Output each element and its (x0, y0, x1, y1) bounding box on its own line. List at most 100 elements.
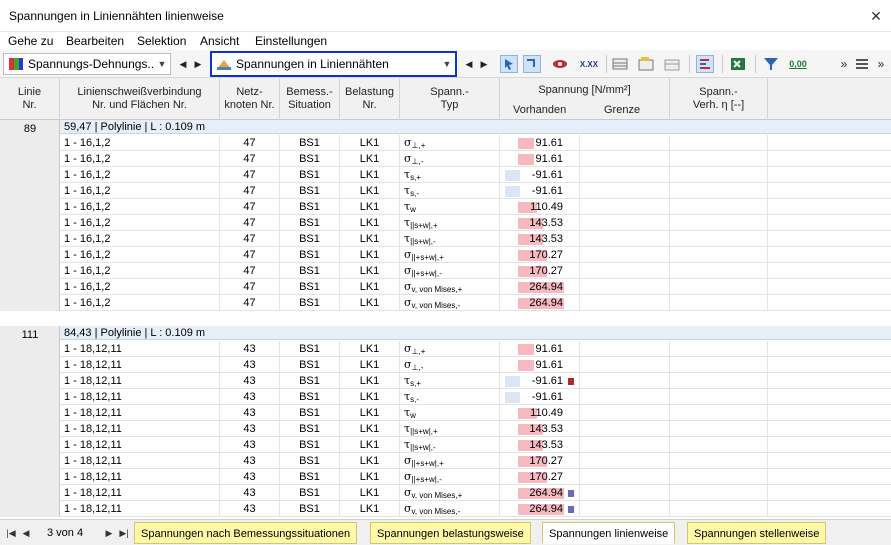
table-row[interactable]: 1 - 16,1,2 47 BS1 LK1 σ||+s+w|,+ 170.27 (60, 247, 891, 263)
table-row[interactable]: 1 - 16,1,2 47 BS1 LK1 τ||s+w|,- 143.53 (60, 231, 891, 247)
table-row[interactable]: 1 - 16,1,2 47 BS1 LK1 τs,- -91.61 (60, 183, 891, 199)
close-icon[interactable]: ✕ (867, 7, 885, 25)
cell-situation: BS1 (280, 501, 340, 517)
cell-situation: BS1 (280, 279, 340, 295)
tab-belastungsweise[interactable]: Spannungen belastungsweise (370, 522, 531, 544)
stress-value: 143.53 (529, 439, 563, 451)
line-number-cell[interactable]: 89 (0, 120, 60, 311)
stress-subscript: v, von Mises,- (411, 507, 461, 516)
cell-grenze (580, 151, 670, 167)
stress-value: 170.27 (529, 455, 563, 467)
cell-verbindung: 1 - 18,12,11 (60, 421, 220, 437)
cell-vorhanden: 143.53 (500, 437, 580, 453)
column-header-grenze[interactable]: Grenze (604, 104, 640, 116)
table-row[interactable]: 1 - 18,12,11 43 BS1 LK1 σ⊥,- 91.61 (60, 357, 891, 373)
table-row[interactable]: 1 - 16,1,2 47 BS1 LK1 σv, von Mises,+ 264.94 (60, 279, 891, 295)
table-filter-icon[interactable] (663, 55, 681, 73)
table-row[interactable]: 1 - 18,12,11 43 BS1 LK1 σv, von Mises,- 264.9… (60, 501, 891, 517)
cell-empty (768, 341, 891, 357)
tab-stellenweise[interactable]: Spannungen stellenweise (687, 522, 827, 544)
cell-spanntyp: τs,+ (400, 373, 500, 389)
more-options-icon[interactable]: » (835, 55, 853, 73)
header-text: Nr. (362, 99, 377, 111)
column-header-belastung[interactable]: Belastung Nr. (340, 78, 400, 120)
table-insert-icon[interactable] (637, 55, 655, 73)
cell-spanntyp: τs,- (400, 389, 500, 405)
cell-situation: BS1 (280, 135, 340, 151)
tab-bemessungssituationen[interactable]: Spannungen nach Bemessungssituationen (134, 522, 358, 544)
line-number-cell[interactable]: 111 (0, 326, 60, 517)
first-page-icon[interactable]: |◀ (5, 526, 17, 540)
table-row[interactable]: 1 - 16,1,2 47 BS1 LK1 τw 110.49 (60, 199, 891, 215)
menu-einstellungen[interactable]: Einstellungen (255, 34, 327, 48)
table-row[interactable]: 1 - 18,12,11 43 BS1 LK1 τs,+ -91.61 (60, 373, 891, 389)
cell-verhaeltnis (670, 389, 768, 405)
cell-verbindung: 1 - 18,12,11 (60, 437, 220, 453)
group-header[interactable]: 59,47 | Polylinie | L : 0.109 m (60, 120, 891, 134)
table-row[interactable]: 1 - 18,12,11 43 BS1 LK1 τ||s+w|,- 143.53 (60, 437, 891, 453)
cell-verhaeltnis (670, 485, 768, 501)
table-row[interactable]: 1 - 16,1,2 47 BS1 LK1 σ||+s+w|,- 170.27 (60, 263, 891, 279)
result-type-dropdown[interactable]: Spannungs-Dehnungs... ▼ (3, 53, 171, 75)
table-settings-icon[interactable] (853, 55, 871, 73)
cell-empty (768, 389, 891, 405)
chevron-down-icon: ▼ (157, 59, 167, 69)
more-options-icon[interactable]: » (872, 55, 890, 73)
table-selection-dropdown[interactable]: Spannungen in Liniennähten ▼ (210, 51, 457, 77)
table-row[interactable]: 1 - 16,1,2 47 BS1 LK1 σv, von Mises,- 264.94 (60, 295, 891, 311)
table-row[interactable]: 1 - 18,12,11 43 BS1 LK1 τ||s+w|,+ 143.53 (60, 421, 891, 437)
menu-selektion[interactable]: Selektion (137, 34, 186, 48)
table-row[interactable]: 1 - 18,12,11 43 BS1 LK1 σv, von Mises,+ 264.9… (60, 485, 891, 501)
visibility-icon[interactable] (551, 55, 569, 73)
table-row[interactable]: 1 - 18,12,11 43 BS1 LK1 τw 110.49 (60, 405, 891, 421)
table-row[interactable]: 1 - 16,1,2 47 BS1 LK1 σ⊥,+ 91.61 (60, 135, 891, 151)
previous-page-icon[interactable]: ◀ (20, 526, 32, 540)
weld-seam-icon (217, 60, 231, 70)
column-header-verhaeltnis[interactable]: Spann.- Verh. η [--] (670, 78, 768, 120)
table-row[interactable]: 1 - 18,12,11 43 BS1 LK1 σ||+s+w|,+ 170.27 (60, 453, 891, 469)
table-view-icon[interactable] (611, 55, 629, 73)
column-header-situation[interactable]: Bemess.- Situation (280, 78, 340, 120)
table-row[interactable]: 1 - 16,1,2 47 BS1 LK1 τs,+ -91.61 (60, 167, 891, 183)
cell-vorhanden: 143.53 (500, 421, 580, 437)
table-row[interactable]: 1 - 16,1,2 47 BS1 LK1 σ⊥,- 91.61 (60, 151, 891, 167)
column-header-netzknoten[interactable]: Netz- knoten Nr. (220, 78, 280, 120)
tab-linienweise[interactable]: Spannungen linienweise (542, 522, 676, 544)
cell-belastung: LK1 (340, 453, 400, 469)
cell-verhaeltnis (670, 421, 768, 437)
menu-gehe-zu[interactable]: Gehe zu (8, 34, 53, 48)
column-header-linie[interactable]: Linie Nr. (0, 78, 60, 120)
column-header-vorhanden[interactable]: Vorhanden (513, 104, 566, 116)
cell-verhaeltnis (670, 469, 768, 485)
filter-icon[interactable] (762, 55, 780, 73)
group-header[interactable]: 84,43 | Polylinie | L : 0.109 m (60, 326, 891, 340)
result-bars-icon[interactable] (696, 55, 714, 73)
table-row[interactable]: 1 - 18,12,11 43 BS1 LK1 τs,- -91.61 (60, 389, 891, 405)
stress-value: 91.61 (535, 153, 563, 165)
cell-verbindung: 1 - 16,1,2 (60, 199, 220, 215)
table-row[interactable]: 1 - 18,12,11 43 BS1 LK1 σ⊥,+ 91.61 (60, 341, 891, 357)
jump-to-object-icon[interactable] (523, 55, 541, 73)
toolbar-separator (722, 55, 723, 73)
excel-export-icon[interactable] (729, 55, 747, 73)
decimal-places-icon[interactable]: X.XX (576, 55, 602, 73)
next-arrow-icon[interactable]: ▶ (189, 55, 207, 73)
cell-verhaeltnis (670, 279, 768, 295)
menu-bearbeiten[interactable]: Bearbeiten (66, 34, 124, 48)
cell-belastung: LK1 (340, 215, 400, 231)
zero-values-icon[interactable]: 0,00 (786, 55, 810, 73)
column-header-verbindung[interactable]: Linienschweißverbindung Nr. und Flächen … (60, 78, 220, 120)
table-row[interactable]: 1 - 16,1,2 47 BS1 LK1 τ||s+w|,+ 143.53 (60, 215, 891, 231)
next-arrow-icon[interactable]: ▶ (475, 55, 493, 73)
stress-value: 143.53 (529, 233, 563, 245)
cell-verhaeltnis (670, 405, 768, 421)
column-header-spanntyp[interactable]: Spann.- Typ (400, 78, 500, 120)
last-page-icon[interactable]: ▶| (118, 526, 130, 540)
select-object-icon[interactable] (500, 55, 518, 73)
positive-value-bar (518, 138, 534, 149)
cell-empty (768, 183, 891, 199)
next-page-icon[interactable]: ▶ (103, 526, 115, 540)
table-row[interactable]: 1 - 18,12,11 43 BS1 LK1 σ||+s+w|,- 170.27 (60, 469, 891, 485)
cell-verhaeltnis (670, 341, 768, 357)
menu-ansicht[interactable]: Ansicht (200, 34, 239, 48)
